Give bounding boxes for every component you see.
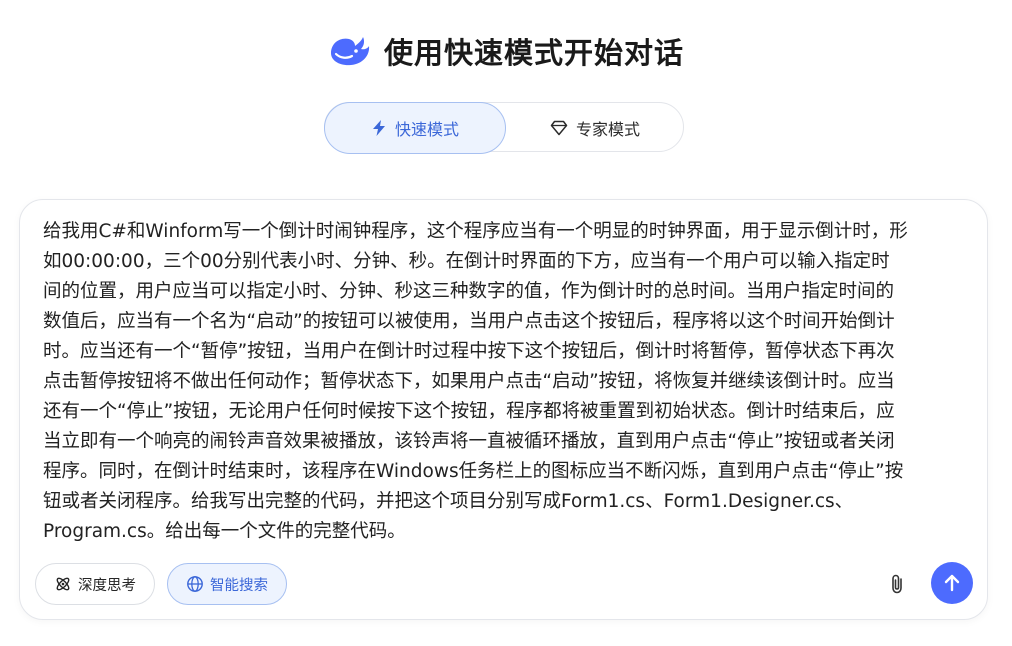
expert-mode-label: 专家模式 [575,120,640,139]
atom-icon [56,577,70,591]
page: 使用快速模式开始对话 快速模式 专家模式 给我用C#和Winform写一个倒计时… [0,0,1012,646]
deep-think-label: 深度思考 [78,577,136,594]
send-button[interactable] [931,562,973,604]
header: 使用快速模式开始对话 [0,28,1012,74]
prompt-line: 钮或者关闭程序。给我写出完整的代码，并把这个项目分别写成Form1.cs、For… [43,491,854,512]
prompt-line: 数值后，应当有一个名为“启动”的按钮可以被使用，当用户点击这个按钮后，程序将以这… [43,311,895,332]
prompt-input[interactable]: 给我用C#和Winform写一个倒计时闹钟程序，这个程序应当有一个明显的时钟界面… [43,217,969,547]
prompt-line: 时。应当还有一个“暂停”按钮，当用户在倒计时过程中按下这个按钮后，倒计时将暂停，… [43,341,895,362]
prompt-line: 如00:00:00，三个00分别代表小时、分钟、秒。在倒计时界面的下方，应当有一… [43,251,890,272]
prompt-line: 点击暂停按钮将不做出任何动作；暂停状态下，如果用户点击“启动”按钮，将恢复并继续… [43,371,895,392]
mode-toggle: 快速模式 专家模式 [324,102,684,154]
fast-mode-label: 快速模式 [394,120,459,139]
prompt-line: 当立即有一个响亮的闹铃声音效果被播放，该铃声将一直被循环播放，直到用户点击“停止… [43,431,895,452]
whale-logo-icon [330,37,370,66]
prompt-line: 程序。同时，在倒计时结束时，该程序在Windows任务栏上的图标应当不断闪烁，直… [43,461,904,482]
deep-think-button[interactable]: 深度思考 [35,563,155,605]
web-search-button[interactable]: 智能搜索 [167,563,287,605]
prompt-line: Program.cs。给出每一个文件的完整代码。 [43,521,406,542]
fast-mode-button[interactable]: 快速模式 [324,102,506,154]
paperclip-icon [892,574,902,594]
attach-button[interactable] [884,570,912,598]
prompt-line: 间的位置，用户应当可以指定小时、分钟、秒这三种数字的值，作为倒计时的总时间。当用… [43,281,895,302]
lightning-icon [372,120,385,136]
arrow-up-icon [944,574,960,592]
page-title: 使用快速模式开始对话 [383,36,684,70]
globe-icon [187,576,203,592]
composer: 给我用C#和Winform写一个倒计时闹钟程序，这个程序应当有一个明显的时钟界面… [19,199,988,620]
expert-mode-button[interactable]: 专家模式 [506,102,684,154]
prompt-line: 给我用C#和Winform写一个倒计时闹钟程序，这个程序应当有一个明显的时钟界面… [43,221,908,242]
prompt-line: 还有一个“停止”按钮，无论用户任何时候按下这个按钮，程序都将被重置到初始状态。倒… [43,401,895,422]
diamond-icon [550,120,568,136]
web-search-label: 智能搜索 [210,577,268,594]
